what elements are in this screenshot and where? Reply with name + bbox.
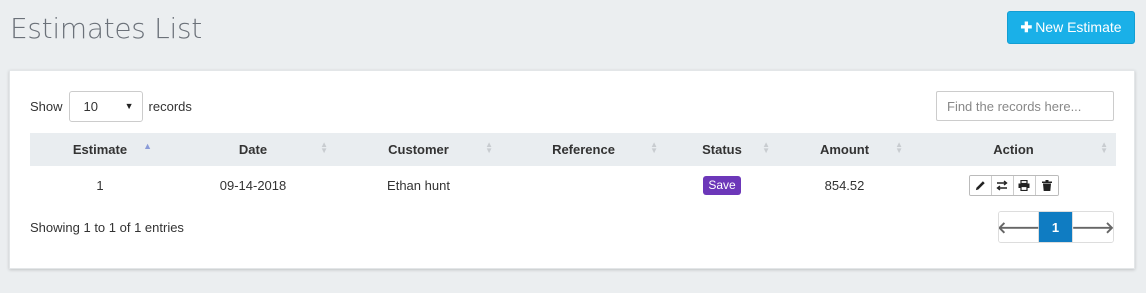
previous-page-button[interactable]: 🡐 [998, 212, 1040, 242]
sort-icon: ▲ ▼ [320, 140, 328, 155]
delete-icon [1041, 179, 1052, 191]
column-header-estimate[interactable]: Estimate ▲ [30, 133, 170, 166]
cell-reference [501, 166, 666, 204]
column-header-customer[interactable]: Customer ▲ ▼ [336, 133, 501, 166]
show-label: Show [30, 99, 63, 114]
page-length-select[interactable]: 10 ▼ [68, 91, 143, 122]
new-estimate-button[interactable]: ✚ New Estimate [1007, 11, 1135, 44]
page-button-1[interactable]: 1 [1039, 212, 1073, 242]
column-header-date[interactable]: Date ▲ ▼ [170, 133, 336, 166]
column-header-action[interactable]: Action ▲ ▼ [911, 133, 1116, 166]
cell-customer: Ethan hunt [387, 177, 450, 193]
column-header-status[interactable]: Status ▲ ▼ [666, 133, 778, 166]
column-header-amount[interactable]: Amount ▲ ▼ [778, 133, 911, 166]
table-info: Showing 1 to 1 of 1 entries [30, 220, 184, 235]
next-page-button[interactable]: 🡒 [1071, 212, 1114, 242]
sort-ascending-icon: ▲ [143, 141, 152, 151]
arrow-left-icon: 🡐 [998, 219, 1040, 237]
table-row: 1 09-14-2018 Ethan hunt Save 854.52 [30, 166, 1116, 204]
sort-icon: ▲ ▼ [895, 140, 903, 155]
estimates-card: Show 10 ▼ records Estimate ▲ Date ▲▼ Cus… [9, 70, 1135, 269]
cell-amount: 854.52 [824, 177, 865, 193]
edit-button[interactable] [969, 175, 992, 195]
page-length-value: 10 [83, 99, 98, 114]
sort-icon: ▲ ▼ [762, 140, 770, 155]
delete-button[interactable] [1035, 175, 1058, 195]
page-title: Estimates List [10, 12, 202, 45]
pagination: 🡐 1 🡒 [998, 211, 1114, 243]
estimates-table: Estimate ▲ Date ▲ ▼ Customer ▲ ▼ Reference… [30, 133, 1116, 204]
chevron-down-icon: ▼ [124, 101, 134, 111]
sort-icon: ▲ ▼ [485, 140, 493, 155]
convert-button[interactable] [991, 175, 1014, 195]
records-label: records [148, 99, 192, 114]
arrow-right-icon: 🡒 [1071, 219, 1114, 237]
page-length-control: Show 10 ▼ records [30, 91, 192, 122]
cell-date: 09-14-2018 [219, 177, 287, 193]
cell-estimate: 1 [96, 177, 104, 193]
cell-status: Save [666, 166, 778, 204]
cell-action [911, 166, 1116, 204]
edit-icon [975, 180, 985, 190]
plus-icon: ✚ [1020, 19, 1033, 35]
sort-icon: ▲ ▼ [650, 140, 658, 155]
search-input[interactable] [936, 91, 1114, 121]
sort-icon: ▲ ▼ [1100, 140, 1108, 155]
new-estimate-label: New Estimate [1035, 19, 1122, 35]
column-header-reference[interactable]: Reference ▲ ▼ [501, 133, 666, 166]
action-button-group [968, 174, 1059, 196]
print-button[interactable] [1013, 175, 1036, 195]
status-badge: Save [703, 175, 741, 195]
table-header-row: Estimate ▲ Date ▲ ▼ Customer ▲ ▼ Reference… [30, 133, 1116, 166]
convert-icon [996, 179, 1008, 191]
print-icon [1018, 179, 1030, 191]
